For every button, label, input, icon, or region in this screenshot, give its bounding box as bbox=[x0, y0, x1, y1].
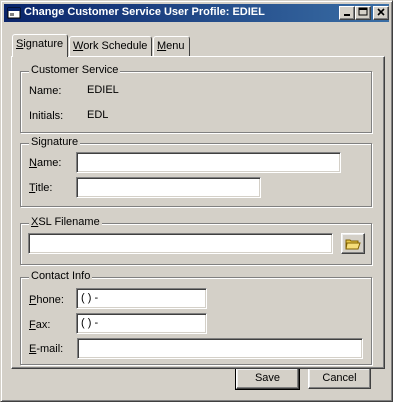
browse-button[interactable] bbox=[341, 233, 365, 254]
phone-label-text: hone: bbox=[36, 294, 64, 306]
title-bar[interactable]: Change Customer Service User Profile: ED… bbox=[4, 4, 389, 22]
xsl-legend-text: SL Filename bbox=[38, 216, 100, 228]
signature-name-input[interactable] bbox=[76, 152, 341, 173]
dialog-window: Change Customer Service User Profile: ED… bbox=[0, 0, 393, 402]
tab-panel-signature: Customer Service Name: EDIEL Initials: E… bbox=[11, 56, 385, 369]
maximize-button[interactable] bbox=[355, 6, 371, 20]
xsl-filename-group: XSL Filename bbox=[20, 216, 372, 265]
contact-info-group: Contact Info Phone: ( ) - Fax: ( ) - E-m… bbox=[20, 270, 372, 365]
save-button[interactable]: Save bbox=[235, 367, 300, 390]
folder-icon bbox=[345, 239, 361, 254]
cancel-button[interactable]: Cancel bbox=[308, 368, 371, 389]
signature-name-label: Name: bbox=[29, 157, 61, 169]
tab-menu[interactable]: Menu bbox=[153, 36, 190, 56]
app-window-icon bbox=[6, 5, 22, 21]
fax-accel: F bbox=[29, 319, 36, 331]
tab-work-schedule[interactable]: Work Schedule bbox=[69, 36, 152, 56]
signature-name-label-text: ame: bbox=[36, 157, 62, 169]
minimize-icon bbox=[342, 9, 352, 20]
signature-title-input[interactable] bbox=[76, 177, 261, 198]
cs-initials-label: Initials: bbox=[29, 110, 64, 122]
contact-info-legend: Contact Info bbox=[29, 270, 93, 282]
fax-input[interactable]: ( ) - bbox=[76, 313, 207, 334]
tab-signature-label: ignature bbox=[23, 38, 64, 50]
tab-menu-label: enu bbox=[166, 40, 185, 52]
xsl-filename-input[interactable] bbox=[28, 233, 333, 254]
customer-service-legend: Customer Service bbox=[29, 64, 121, 76]
tab-signature[interactable]: Signature bbox=[12, 34, 68, 57]
fax-label: Fax: bbox=[29, 319, 50, 331]
customer-service-group: Customer Service Name: EDIEL Initials: E… bbox=[20, 64, 372, 133]
maximize-icon bbox=[358, 7, 368, 20]
fax-label-text: ax: bbox=[35, 319, 51, 331]
signature-legend: Signature bbox=[29, 136, 81, 148]
email-label-text: -mail: bbox=[36, 343, 64, 355]
close-icon bbox=[376, 8, 386, 20]
signature-title-label: Title: bbox=[29, 182, 52, 194]
signature-group: Signature Name: Title: bbox=[20, 136, 372, 207]
phone-label: Phone: bbox=[29, 294, 64, 306]
tab-work-schedule-label: ork Schedule bbox=[83, 40, 148, 52]
cs-initials-value: EDL bbox=[87, 109, 109, 121]
cs-name-value: EDIEL bbox=[87, 84, 119, 96]
minimize-button[interactable] bbox=[339, 6, 355, 20]
cs-name-label: Name: bbox=[29, 85, 62, 97]
signature-name-accel: N bbox=[29, 157, 37, 169]
xsl-filename-legend: XSL Filename bbox=[29, 216, 102, 228]
email-input[interactable] bbox=[77, 338, 363, 359]
email-label: E-mail: bbox=[29, 343, 63, 355]
window-title: Change Customer Service User Profile: ED… bbox=[24, 6, 265, 18]
tab-work-schedule-accel: W bbox=[73, 40, 84, 52]
signature-title-label-text: itle: bbox=[35, 182, 53, 194]
phone-input[interactable]: ( ) - bbox=[76, 288, 207, 309]
close-button[interactable] bbox=[373, 6, 389, 20]
tab-menu-accel: M bbox=[157, 40, 167, 52]
